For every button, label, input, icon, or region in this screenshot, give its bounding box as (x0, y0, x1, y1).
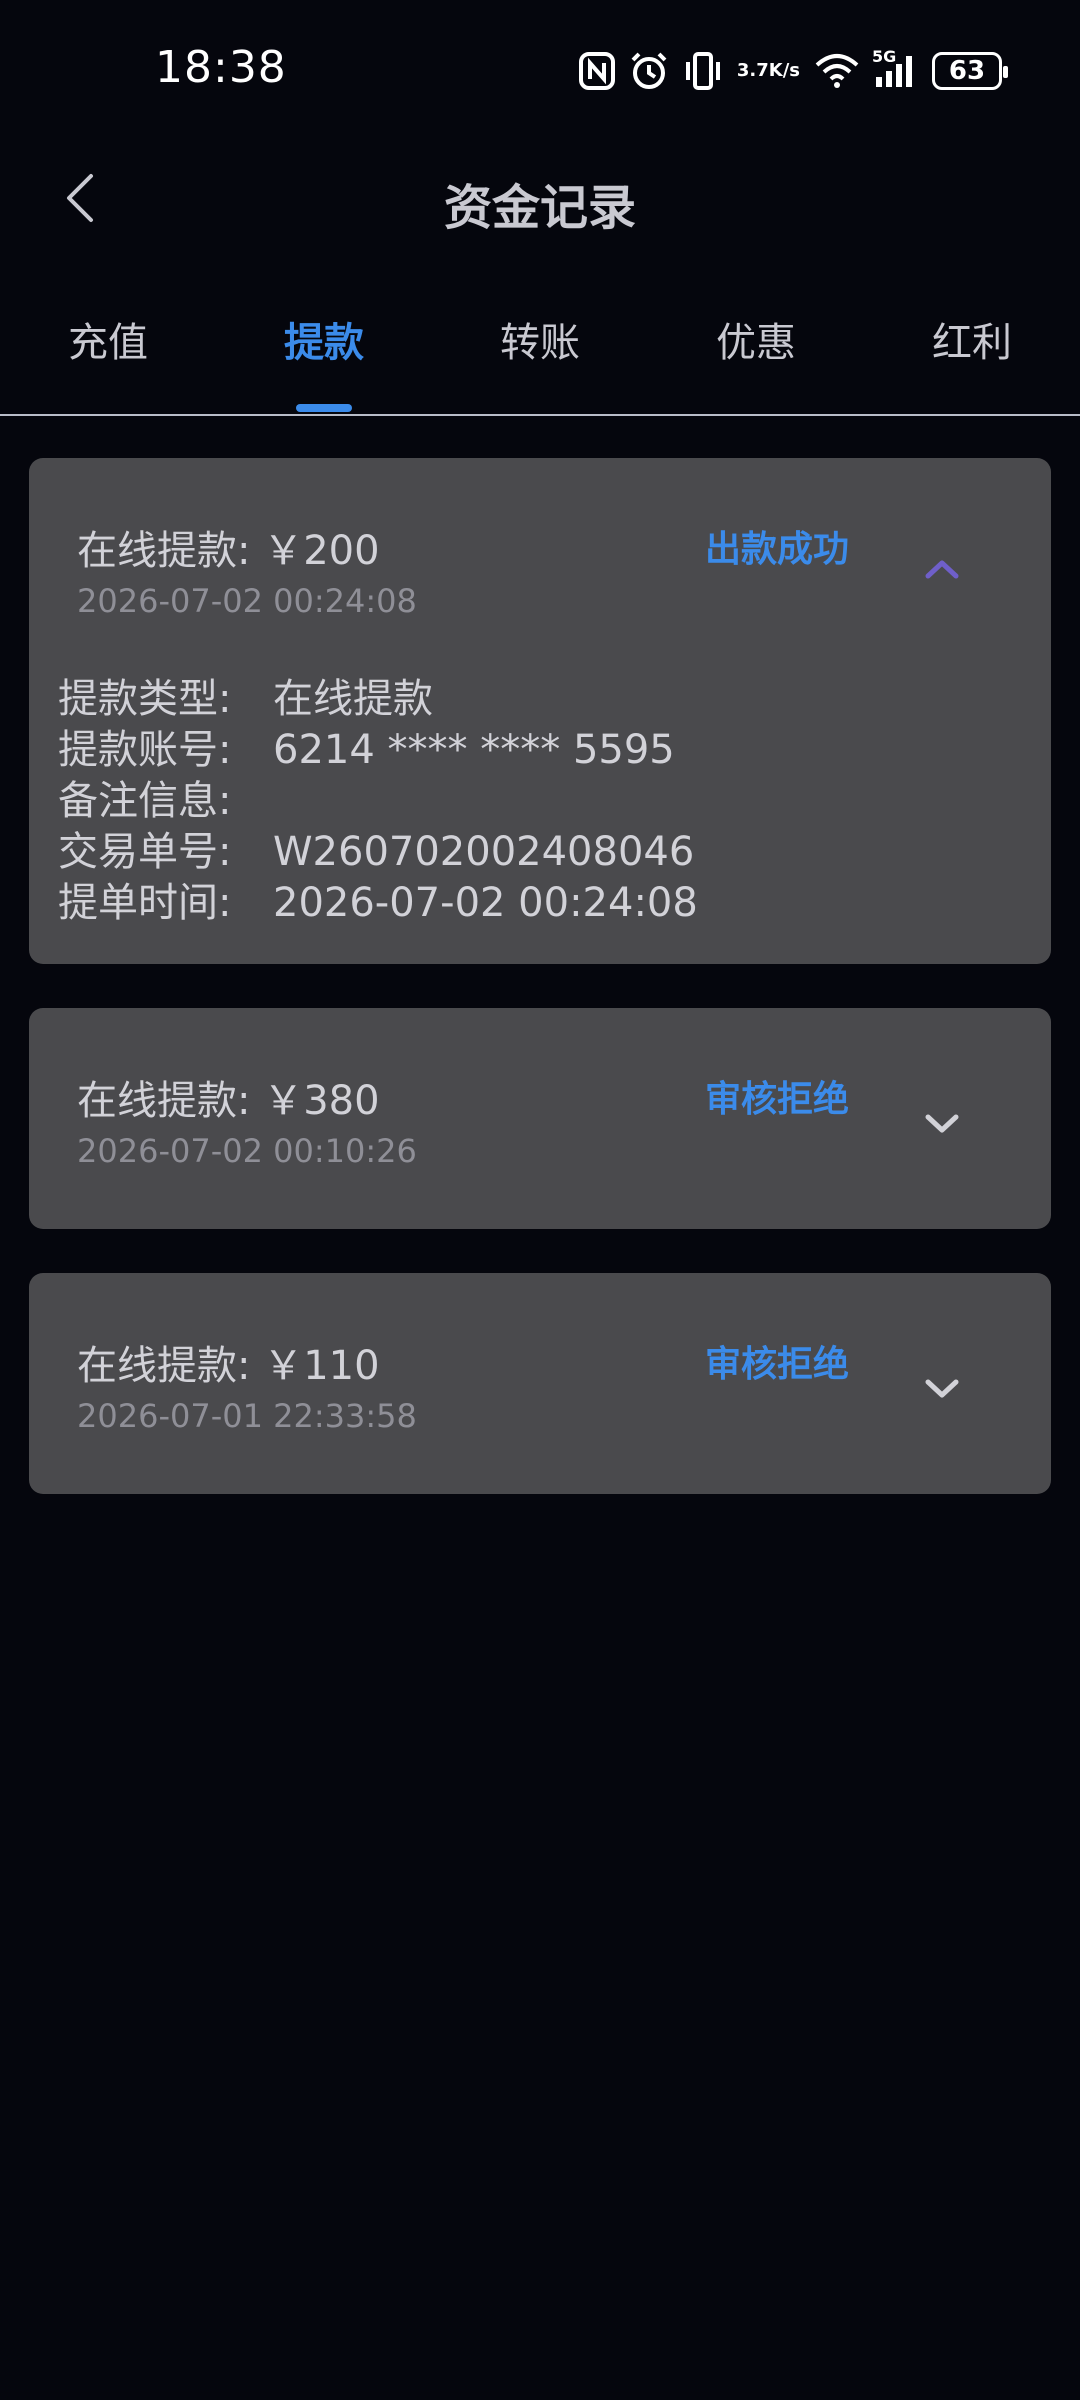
record-card[interactable]: 在线提款: ￥380 2026-07-02 00:10:26 审核拒绝 (29, 1008, 1051, 1229)
detail-key: 交易单号: (58, 829, 232, 875)
detail-value: 在线提款 (273, 676, 433, 722)
record-status: 审核拒绝 (705, 1344, 850, 1385)
record-date: 2026-07-02 00:24:08 (77, 582, 417, 620)
signal-icon: 5G (872, 47, 918, 89)
status-bar: 18:38 3.7 K/s 5G 63 (0, 0, 1080, 140)
detail-row: 提单时间: 2026-07-02 00:24:08 (58, 878, 698, 929)
detail-key: 提款账号: (58, 727, 232, 773)
tab-transfer[interactable]: 转账 (432, 310, 648, 368)
detail-key: 提单时间: (58, 880, 232, 926)
record-title: 在线提款: ￥110 (77, 1343, 380, 1389)
tab-recharge[interactable]: 充值 (0, 310, 216, 368)
chevron-up-icon[interactable] (922, 554, 962, 584)
record-details: 提款类型: 在线提款 提款账号: 6214 **** **** 5595 备注信息:… (58, 674, 698, 929)
wifi-icon (814, 53, 860, 89)
detail-row: 提款账号: 6214 **** **** 5595 (58, 725, 698, 776)
record-title: 在线提款: ￥200 (77, 528, 380, 574)
record-status: 审核拒绝 (705, 1079, 850, 1120)
page-title: 资金记录 (443, 180, 636, 236)
record-date: 2026-07-02 00:10:26 (77, 1132, 417, 1170)
vibrate-icon (683, 52, 723, 90)
network-speed: 3.7 K/s (736, 60, 800, 81)
detail-key: 备注信息: (58, 778, 232, 824)
tab-bonus[interactable]: 红利 (864, 310, 1080, 368)
header: 资金记录 (0, 150, 1080, 250)
detail-row: 备注信息: (58, 776, 698, 827)
record-date: 2026-07-01 22:33:58 (77, 1397, 417, 1435)
alarm-icon (629, 51, 669, 91)
detail-value: 6214 **** **** 5595 (273, 727, 675, 773)
chevron-down-icon[interactable] (922, 1108, 962, 1138)
chevron-down-icon[interactable] (922, 1373, 962, 1403)
record-title: 在线提款: ￥380 (77, 1078, 380, 1124)
battery-icon: 63 (932, 52, 1008, 90)
status-icons: 3.7 K/s 5G 63 (578, 47, 1008, 94)
tab-withdraw[interactable]: 提款 (216, 310, 432, 368)
detail-row: 提款类型: 在线提款 (58, 674, 698, 725)
record-card[interactable]: 在线提款: ￥200 2026-07-02 00:24:08 出款成功 提款类型… (29, 458, 1051, 964)
nfc-icon (578, 52, 615, 90)
record-status: 出款成功 (705, 529, 850, 570)
status-time: 18:38 (155, 42, 287, 93)
active-tab-indicator (296, 404, 352, 412)
tab-bar: 充值 提款 转账 优惠 红利 (0, 290, 1080, 416)
detail-value: W260702002408046 (273, 829, 695, 875)
record-card[interactable]: 在线提款: ￥110 2026-07-01 22:33:58 审核拒绝 (29, 1273, 1051, 1494)
detail-value: 2026-07-02 00:24:08 (273, 880, 698, 926)
detail-key: 提款类型: (58, 676, 232, 722)
detail-row: 交易单号: W260702002408046 (58, 827, 698, 878)
tab-promotion[interactable]: 优惠 (648, 310, 864, 368)
